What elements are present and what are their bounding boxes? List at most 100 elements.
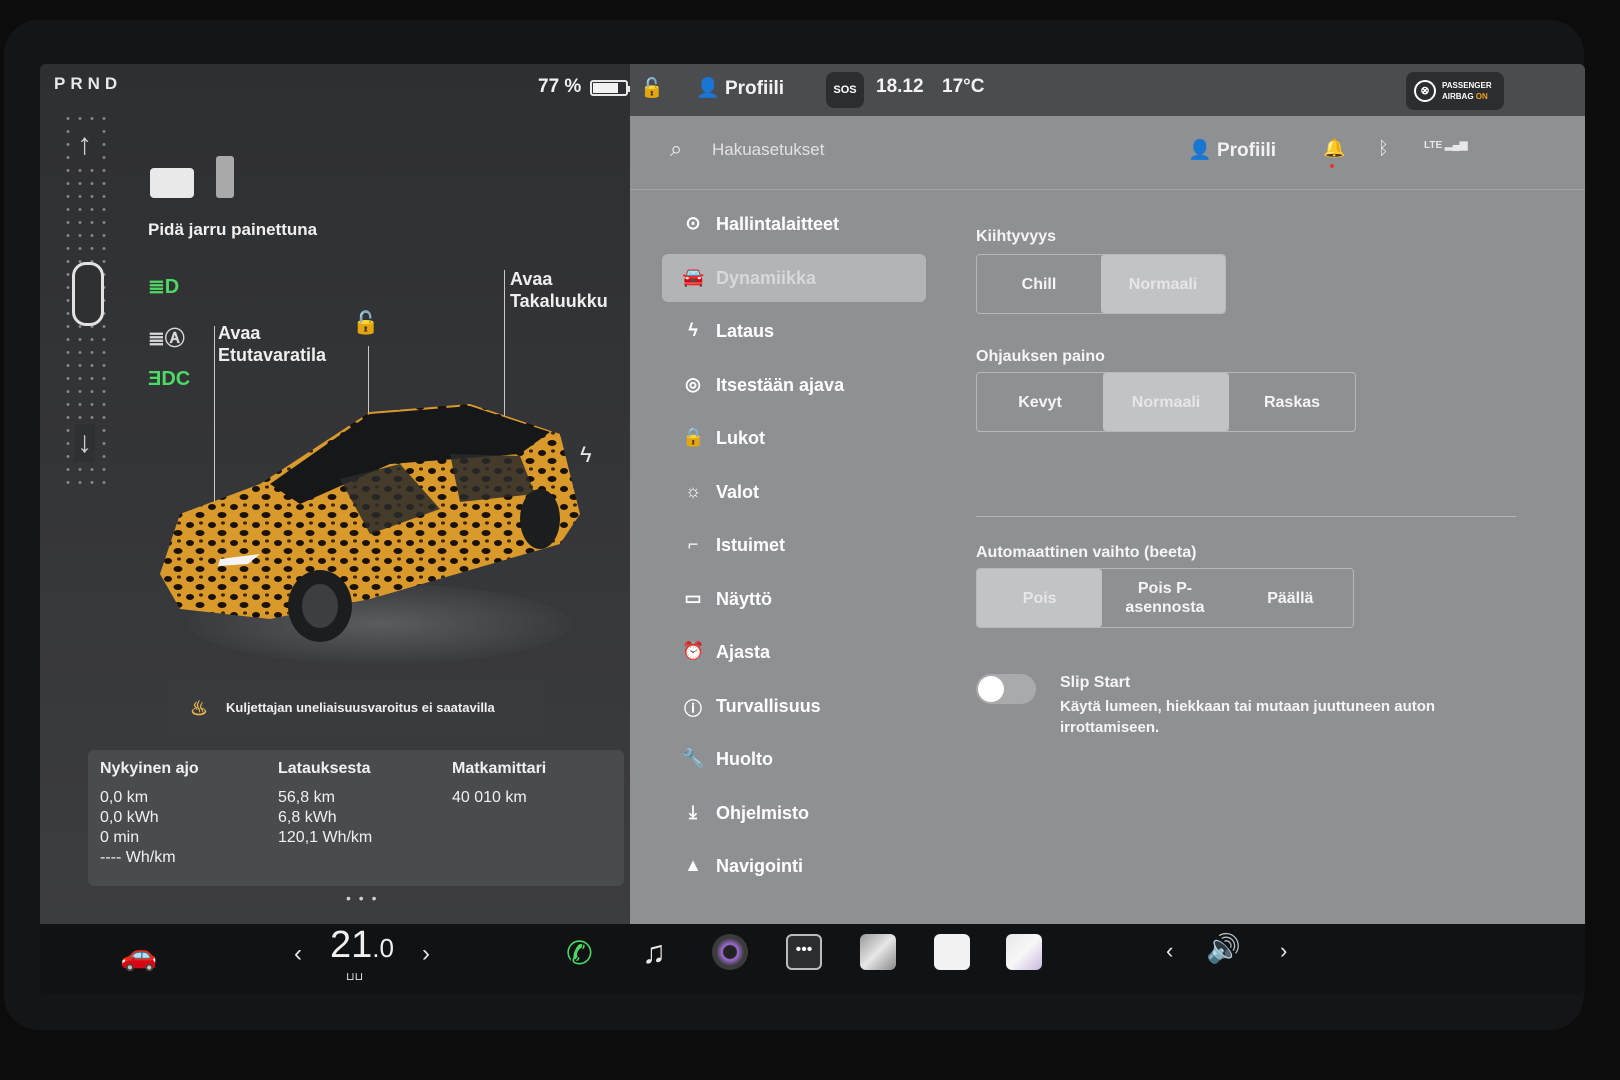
menu-item-ajasta[interactable]: ⏰ Ajasta xyxy=(662,628,926,676)
menu-item-istuimet[interactable]: ⌐ Istuimet xyxy=(662,521,926,569)
speaker-icon[interactable]: 🔊 xyxy=(1206,932,1241,965)
airbag-line-1: PASSENGER xyxy=(1442,81,1492,90)
menu-item-label: Ohjelmisto xyxy=(716,802,810,823)
header-profile-button[interactable]: 👤 Profiili xyxy=(1188,138,1276,162)
trip-info-card[interactable]: Nykyinen ajo 0,0 km 0,0 kWh 0 min ---- W… xyxy=(88,750,624,886)
cabin-temp-value: 21 xyxy=(330,924,373,966)
sos-button[interactable]: SOS xyxy=(826,72,864,108)
brake-hint: Pidä jarru painettuna xyxy=(148,220,318,239)
airbag-state: ON xyxy=(1475,92,1488,101)
menu-item-label: Itsestään ajava xyxy=(716,374,845,395)
camera-icon[interactable] xyxy=(712,934,748,970)
battery-level xyxy=(593,83,618,93)
menu-item-lukot[interactable]: 🔒 Lukot xyxy=(662,414,926,462)
app-tile-1[interactable] xyxy=(860,934,896,970)
steering-title: Ohjauksen paino xyxy=(976,348,1105,365)
arrow-up-icon[interactable]: ↑ xyxy=(74,126,95,164)
menu-item-näyttö[interactable]: ▭ Näyttö xyxy=(662,575,926,623)
charge-port-icon[interactable]: ϟ xyxy=(580,442,592,468)
headlight-icon[interactable]: ≣D xyxy=(148,274,188,300)
car-3d-model xyxy=(160,404,580,664)
airbag-icon: ⊗ xyxy=(1414,80,1436,102)
lte-signal-icon: LTE ▂▄▆ xyxy=(1424,140,1468,151)
trip-current-time: 0 min xyxy=(100,829,140,846)
auto-shift-option-off-park[interactable]: Pois P- asennosta xyxy=(1102,569,1227,627)
car-icon[interactable]: 🚗 xyxy=(120,938,157,973)
volume-up-chevron[interactable]: › xyxy=(1280,938,1287,964)
music-icon[interactable]: ♫ xyxy=(642,934,666,971)
menu-item-itsestään-ajava[interactable]: ◎ Itsestään ajava xyxy=(662,361,926,409)
auto-shift-title: Automaattinen vaihto (beeta) xyxy=(976,544,1197,561)
lock-status-icon[interactable]: 🔓 xyxy=(640,76,664,100)
bell-icon[interactable]: 🔔 xyxy=(1323,138,1345,168)
download-icon: ⤓ xyxy=(689,801,697,822)
trip-current-title: Nykyinen ajo xyxy=(100,760,199,777)
open-trunk-button[interactable]: Avaa Takaluukku xyxy=(510,268,608,312)
search-input[interactable]: Hakuasetukset xyxy=(712,140,824,160)
menu-item-navigointi[interactable]: ▲ Navigointi xyxy=(662,842,926,890)
app-tile-2[interactable] xyxy=(934,934,970,970)
menu-item-huolto[interactable]: 🔧 Huolto xyxy=(662,735,926,783)
steering-option-normal[interactable]: Normaali xyxy=(1103,373,1229,431)
open-frunk-label-1: Avaa xyxy=(218,323,261,343)
seat-icon: ⌐ xyxy=(687,534,699,554)
touchscreen: PRND ↑ ↓ 77 % Pidä jarru painettuna ≣D ≣… xyxy=(40,64,1585,994)
settings-panel: ⌕ Hakuasetukset 👤 Profiili 🔔 ᛒ LTE ▂▄▆ ⊙… xyxy=(630,116,1585,924)
wrench-icon: 🔧 xyxy=(682,748,705,768)
trip-current-distance: 0,0 km xyxy=(100,789,149,806)
bluetooth-icon[interactable]: ᛒ xyxy=(1378,138,1389,159)
since-charge-energy: 6,8 kWh xyxy=(278,809,337,826)
vehicle-panel: PRND ↑ ↓ 77 % Pidä jarru painettuna ≣D ≣… xyxy=(40,64,650,924)
since-charge-efficiency: 120,1 Wh/km xyxy=(278,829,373,846)
menu-item-dynamiikka[interactable]: 🚘 Dynamiikka xyxy=(662,253,926,302)
cabin-temperature[interactable]: 21.0 xyxy=(330,924,394,967)
temp-down-chevron[interactable]: ‹ xyxy=(294,940,302,968)
unlock-icon[interactable]: 🔓 xyxy=(352,310,379,336)
bolt-icon: ϟ xyxy=(688,320,698,340)
temp-up-chevron[interactable]: › xyxy=(422,940,430,968)
auto-shift-selector: Pois Pois P- asennosta Päällä xyxy=(976,568,1354,628)
alarm-icon: ⏰ xyxy=(682,641,705,661)
app-tile-3[interactable] xyxy=(1006,934,1042,970)
slip-start-toggle[interactable] xyxy=(976,674,1036,704)
auto-headlight-icon[interactable]: ≣Ⓐ xyxy=(148,322,188,350)
menu-item-label: Ajasta xyxy=(716,642,771,662)
arrow-down-icon[interactable]: ↓ xyxy=(74,424,95,462)
seat-heater-icon[interactable]: ⊔⊔ xyxy=(346,970,363,983)
menu-item-valot[interactable]: ☼ Valot xyxy=(662,468,926,516)
lock-icon: 🔒 xyxy=(682,427,705,447)
open-trunk-label-1: Avaa xyxy=(510,269,553,289)
drowsiness-warning-text: Kuljettajan uneliaisuusvaroitus ei saata… xyxy=(226,700,495,715)
outside-temperature: 17°C xyxy=(942,76,985,97)
acceleration-option-normal[interactable]: Normaali xyxy=(1101,255,1225,313)
header-profile-label: Profiili xyxy=(1216,140,1277,161)
parking-light-icon[interactable]: ƎDC xyxy=(148,368,190,394)
page-indicator[interactable]: • • • xyxy=(346,890,378,906)
clock: 18.12 xyxy=(876,76,924,97)
auto-shift-option-off[interactable]: Pois xyxy=(977,569,1103,627)
trip-odometer: Matkamittari 40 010 km xyxy=(452,760,546,808)
menu-item-ohjelmisto[interactable]: ⤓ Ohjelmisto xyxy=(662,789,926,837)
more-icon[interactable]: ••• xyxy=(786,934,822,970)
menu-item-lataus[interactable]: ϟ Lataus xyxy=(662,307,926,355)
auto-shift-option-on[interactable]: Päällä xyxy=(1228,569,1353,627)
steering-wheel-icon: ◎ xyxy=(685,373,701,394)
menu-item-turvallisuus[interactable]: ⓘ Turvallisuus xyxy=(662,682,926,730)
profile-button[interactable]: 👤 Profiili xyxy=(696,76,784,100)
battery-percent: 77 % xyxy=(538,76,582,97)
volume-down-chevron[interactable]: ‹ xyxy=(1166,938,1173,964)
steering-option-heavy[interactable]: Raskas xyxy=(1229,373,1355,431)
search-icon[interactable]: ⌕ xyxy=(670,136,682,162)
steering-option-light[interactable]: Kevyt xyxy=(977,373,1103,431)
menu-item-label: Navigointi xyxy=(716,856,804,876)
menu-item-hallintalaitteet[interactable]: ⊙ Hallintalaitteet xyxy=(662,200,926,248)
gear-selector[interactable]: ↑ ↓ xyxy=(62,112,114,492)
trip-current-efficiency: ---- Wh/km xyxy=(100,849,176,866)
menu-item-label: Huolto xyxy=(716,749,773,769)
menu-item-label: Näyttö xyxy=(716,588,773,609)
phone-icon[interactable]: ✆ xyxy=(566,934,593,972)
open-frunk-button[interactable]: Avaa Etutavaratila xyxy=(218,322,326,366)
status-bar: 🔓 👤 Profiili SOS 18.12 17°C ⊗ PASSENGER … xyxy=(630,64,1585,124)
acceleration-option-chill[interactable]: Chill xyxy=(977,255,1101,313)
car-top-view-icon xyxy=(72,262,104,326)
